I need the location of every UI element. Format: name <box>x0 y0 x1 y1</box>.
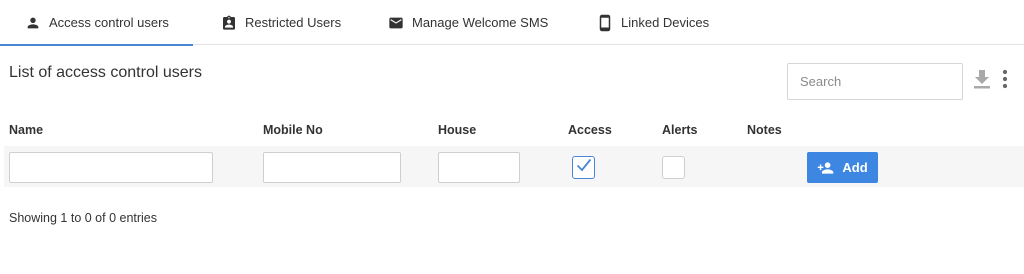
column-header-house: House <box>438 123 477 137</box>
download-icon <box>973 69 991 94</box>
mail-icon <box>387 14 405 32</box>
tab-linked-devices[interactable]: Linked Devices <box>596 0 709 45</box>
tab-label: Linked Devices <box>621 15 710 30</box>
column-header-alerts: Alerts <box>662 123 698 137</box>
add-user-button[interactable]: Add <box>807 152 878 183</box>
page-title: List of access control users <box>9 64 202 81</box>
download-button[interactable] <box>971 69 993 93</box>
person-icon <box>24 14 42 32</box>
more-options-button[interactable] <box>998 69 1012 94</box>
badge-icon <box>220 14 238 32</box>
table-info: Showing 1 to 0 of 0 entries <box>9 211 158 225</box>
tab-manage-welcome-sms[interactable]: Manage Welcome SMS <box>387 0 548 45</box>
person-add-icon <box>817 161 834 174</box>
tab-label: Access control users <box>49 15 169 30</box>
column-header-notes: Notes <box>747 123 782 137</box>
name-input[interactable] <box>9 152 213 183</box>
more-vert-icon <box>1002 69 1008 94</box>
column-header-mobile: Mobile No <box>263 123 323 137</box>
column-header-name: Name <box>9 123 44 137</box>
checkmark-icon <box>576 158 592 177</box>
tab-label: Manage Welcome SMS <box>412 15 549 30</box>
add-button-label: Add <box>842 160 868 175</box>
alerts-checkbox[interactable] <box>662 156 685 179</box>
search-input[interactable] <box>787 63 963 100</box>
tab-label: Restricted Users <box>245 15 342 30</box>
tab-restricted-users[interactable]: Restricted Users <box>220 0 341 45</box>
house-input[interactable] <box>438 152 520 183</box>
mobile-input[interactable] <box>263 152 401 183</box>
tab-bar: Access control users Restricted Users Ma… <box>0 0 1024 46</box>
column-header-access: Access <box>568 123 612 137</box>
phone-icon <box>596 14 614 32</box>
tab-access-control-users[interactable]: Access control users <box>0 0 193 46</box>
access-checkbox[interactable] <box>572 156 595 179</box>
